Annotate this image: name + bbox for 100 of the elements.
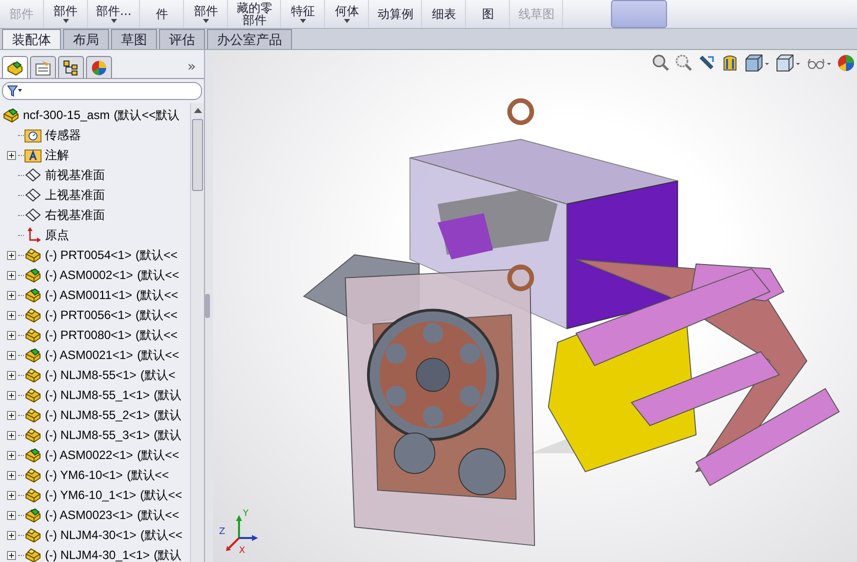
command-tab[interactable]: 装配体	[2, 29, 61, 49]
ribbon-button[interactable]: 部件	[184, 0, 228, 28]
expand-icon[interactable]	[6, 270, 16, 280]
tree-item[interactable]: (-) ASM0021<1>	[45, 348, 134, 362]
tree-item[interactable]: (-) ASM0023<1>	[45, 508, 134, 522]
part-icon	[24, 547, 42, 562]
part-icon	[24, 467, 42, 483]
panel-tab[interactable]	[58, 56, 84, 78]
expand-icon[interactable]	[6, 530, 16, 540]
color-ball-icon	[90, 60, 108, 76]
tree-item[interactable]: (-) NLJM4-30<1>	[45, 528, 136, 542]
ribbon-button[interactable]: 部件...	[88, 0, 140, 28]
tree-item[interactable]: (-) NLJM4-30_1<1>	[45, 548, 150, 562]
axis-label: X	[239, 547, 246, 556]
assembly-icon	[24, 347, 42, 363]
expand-icon[interactable]	[6, 250, 16, 260]
scrollbar[interactable]	[190, 103, 204, 562]
zoom-area-icon[interactable]	[675, 54, 693, 72]
configuration-text: (默认	[154, 546, 182, 562]
expand-icon[interactable]	[6, 410, 16, 420]
expand-icon[interactable]	[6, 550, 16, 560]
expand-icon[interactable]	[6, 490, 16, 500]
expand-icon[interactable]	[6, 390, 16, 400]
tree-item[interactable]: (-) ASM0022<1>	[45, 448, 134, 462]
tree-item[interactable]: (-) NLJM8-55_3<1>	[45, 428, 150, 442]
axis-label: Z	[219, 528, 226, 537]
ribbon-button[interactable]: 特征	[281, 0, 326, 28]
expand-icon[interactable]	[6, 450, 16, 460]
tree-item[interactable]: (-) PRT0054<1>	[45, 248, 132, 262]
part-icon	[24, 327, 42, 343]
sensor-folder-icon	[24, 127, 42, 143]
assembly-icon	[24, 267, 42, 283]
hierarchy-icon	[62, 60, 80, 76]
tree-item[interactable]: (-) PRT0056<1>	[45, 308, 132, 322]
configuration-text: (默认	[154, 386, 182, 404]
tree-item[interactable]: (-) NLJM8-55_2<1>	[45, 408, 150, 422]
part-icon	[24, 527, 42, 543]
configuration-text: (默认<<	[136, 246, 178, 264]
tree-item[interactable]: (-) NLJM8-55<1>	[45, 368, 136, 382]
expand-icon[interactable]	[6, 350, 16, 360]
view-orientation-icon[interactable]	[744, 54, 770, 72]
plane-icon	[24, 167, 42, 183]
tree-item[interactable]: 传感器	[45, 126, 81, 144]
panel-tab[interactable]	[86, 56, 112, 78]
tree-item[interactable]: (-) YM6-10<1>	[45, 468, 123, 482]
panel-tab[interactable]	[2, 56, 28, 78]
assembly-icon	[24, 287, 42, 303]
expand-icon[interactable]	[6, 510, 16, 520]
tree-item[interactable]: (-) ASM0011<1>	[45, 288, 132, 302]
plane-icon	[24, 207, 42, 223]
expand-icon[interactable]	[6, 150, 16, 160]
tree-item[interactable]: (-) ASM0002<1>	[45, 268, 134, 282]
ribbon-button[interactable]: 部件	[44, 0, 88, 28]
configuration-text: (默认<<	[137, 346, 180, 364]
property-list-icon	[34, 60, 52, 76]
tree-item[interactable]: 上视基准面	[45, 186, 105, 204]
plane-icon	[24, 187, 42, 203]
expand-icon[interactable]	[6, 310, 16, 320]
expand-icon[interactable]	[6, 370, 16, 380]
ribbon-button[interactable]: 动算例	[369, 0, 422, 28]
configuration-text: (默认<	[140, 366, 176, 384]
ribbon-button[interactable]: 图	[466, 0, 510, 28]
tree-item[interactable]: (-) NLJM8-55_1<1>	[45, 388, 150, 402]
command-tab[interactable]: 评估	[159, 29, 205, 49]
scrollbar-thumb[interactable]	[192, 119, 203, 191]
tree-item[interactable]: 原点	[45, 226, 69, 244]
tree-item[interactable]: 注解	[45, 146, 69, 164]
ribbon-button[interactable]: 何体	[325, 0, 370, 28]
filter-field[interactable]	[2, 82, 202, 100]
tree-item[interactable]: (-) YM6-10_1<1>	[45, 488, 136, 502]
command-tab[interactable]: 草图	[111, 29, 157, 49]
expand-icon[interactable]	[6, 470, 16, 480]
appearance-ball-icon[interactable]	[837, 54, 855, 72]
up-arrow-icon[interactable]	[194, 108, 202, 112]
command-tab[interactable]: 办公室产品	[207, 29, 292, 49]
configuration-text: (默认<<	[136, 326, 178, 344]
ribbon-button[interactable]: 藏的零 部件	[228, 0, 282, 28]
more-tabs-button[interactable]: »	[181, 56, 202, 78]
configuration-text: (默认	[154, 406, 182, 424]
tree-item[interactable]: ncf-300-15_asm	[23, 108, 110, 122]
caret-icon	[202, 19, 209, 23]
configuration-text: (默认<<	[136, 286, 178, 304]
tree-item[interactable]: 右视基准面	[45, 206, 105, 224]
ribbon-button[interactable]: 件	[140, 0, 184, 28]
part-icon	[24, 367, 42, 383]
tree-item[interactable]: (-) PRT0080<1>	[45, 328, 132, 342]
caret-icon	[344, 19, 350, 23]
section-view-icon[interactable]	[721, 54, 739, 72]
expand-icon[interactable]	[6, 430, 16, 440]
expand-icon[interactable]	[6, 290, 16, 300]
command-tab[interactable]: 布局	[63, 29, 109, 49]
zoom-fit-icon[interactable]	[652, 54, 670, 72]
expand-icon[interactable]	[6, 330, 16, 340]
configuration-text: (默认<<	[137, 266, 180, 284]
panel-splitter-handle[interactable]	[205, 294, 210, 318]
display-style-icon[interactable]	[775, 54, 801, 72]
ribbon-button[interactable]: 细表	[422, 0, 466, 28]
panel-tab[interactable]	[30, 56, 56, 78]
part-icon	[24, 487, 42, 503]
tree-item[interactable]: 前视基准面	[45, 166, 105, 184]
